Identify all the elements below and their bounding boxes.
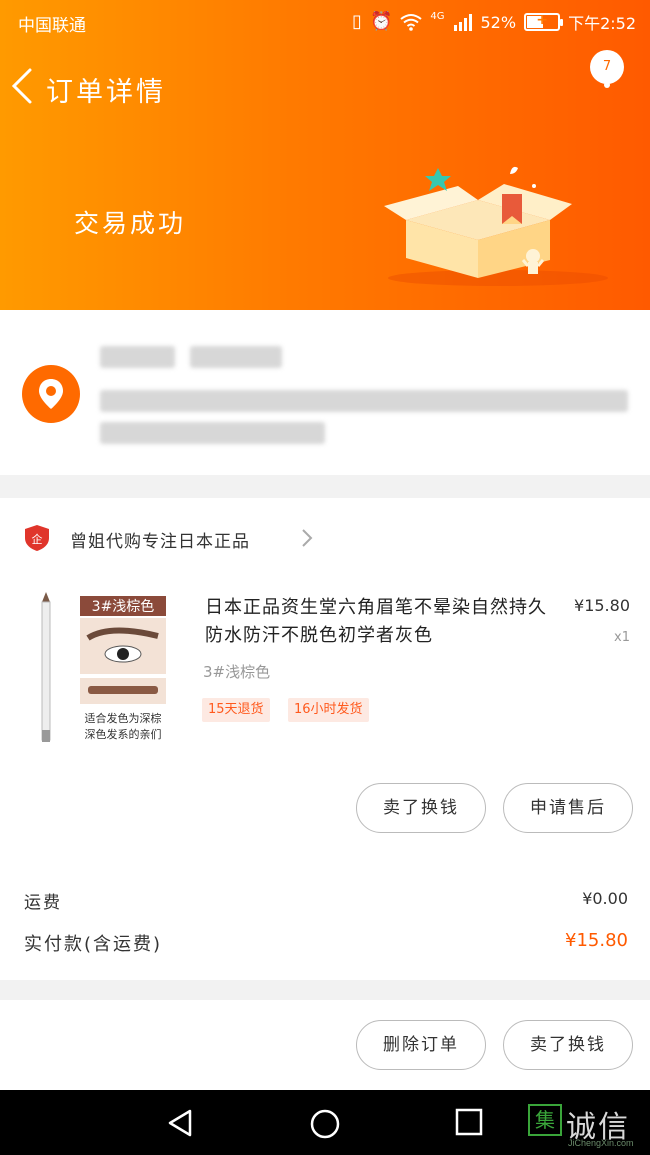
shipping-fee-label: 运费	[24, 893, 62, 913]
sell-resale-bottom-button[interactable]: 卖了换钱	[503, 1020, 633, 1070]
battery-percent: 52%	[480, 12, 517, 32]
after-sale-button[interactable]: 申请售后	[503, 783, 633, 833]
page-title: 订单详情	[46, 77, 166, 108]
signal-icon	[453, 14, 472, 31]
product-image-caption-1: 适合发色为深棕	[85, 711, 162, 725]
order-card: 企 曾姐代购专注日本正品 3#浅棕色 适合发色为深棕 深色发系的亲们 日本正品资…	[0, 498, 650, 980]
phone-blurred	[190, 346, 282, 368]
shop-badge-label: 企	[32, 532, 43, 546]
enterprise-shield-icon: 企	[25, 525, 49, 551]
watermark-logo: 集	[528, 1104, 562, 1136]
address-card[interactable]	[0, 310, 650, 475]
status-icons: ▯ ⏰ 4G 52% + 下午2:52	[352, 10, 636, 34]
more-dots-icon	[604, 72, 610, 92]
more-button[interactable]: 7	[590, 50, 630, 110]
wifi-icon	[400, 14, 422, 31]
product-title[interactable]: 日本正品资生堂六角眉笔不晕染自然持久防水防汗不脱色初学者灰色	[205, 594, 557, 650]
product-quantity: x1	[614, 630, 630, 645]
address-blurred-line-2	[100, 422, 325, 444]
total-paid-value: ¥15.80	[565, 930, 628, 951]
watermark: 集 诚信 JiChengXin.com	[528, 1102, 646, 1148]
recipient-blurred	[100, 346, 175, 368]
back-button[interactable]	[8, 64, 48, 108]
total-paid-label: 实付款(含运费)	[24, 934, 163, 955]
product-image-label: 3#浅棕色	[92, 598, 155, 615]
carrier-label: 中国联通	[18, 16, 86, 36]
chevron-left-icon	[11, 68, 32, 104]
delete-order-button[interactable]: 删除订单	[356, 1020, 486, 1070]
shop-name: 曾姐代购专注日本正品	[70, 532, 250, 552]
nav-home-icon[interactable]	[309, 1108, 341, 1140]
vibrate-icon: ▯	[352, 11, 362, 32]
product-image[interactable]: 3#浅棕色 适合发色为深棕 深色发系的亲们	[30, 590, 175, 748]
bottom-action-bar: 删除订单 卖了换钱	[0, 1000, 650, 1090]
address-blurred-line-1	[100, 390, 628, 412]
watermark-url: JiChengXin.com	[568, 1138, 634, 1148]
location-pin-icon	[22, 365, 80, 423]
nav-back-icon[interactable]	[166, 1108, 196, 1138]
network-type: 4G	[430, 10, 445, 22]
status-bar: 中国联通 ▯ ⏰ 4G 52% + 下午2:52	[0, 0, 650, 44]
tag-shipping: 16小时发货	[288, 698, 369, 722]
sell-resale-button[interactable]: 卖了换钱	[356, 783, 486, 833]
nav-bar: 订单详情 7	[0, 50, 650, 116]
chevron-right-icon	[302, 529, 313, 547]
shop-row[interactable]: 企 曾姐代购专注日本正品	[0, 498, 650, 578]
product-variant: 3#浅棕色	[203, 663, 271, 681]
eyebrow-pencil-image: 3#浅棕色 适合发色为深棕 深色发系的亲们	[41, 592, 166, 742]
system-nav-bar: 集 诚信 JiChengXin.com	[0, 1090, 650, 1155]
package-box-illustration	[384, 166, 608, 286]
shipping-fee-value: ¥0.00	[582, 889, 628, 908]
battery-icon: +	[524, 12, 564, 31]
clock: 下午2:52	[568, 14, 636, 33]
trade-status: 交易成功	[74, 209, 187, 238]
product-image-caption-2: 深色发系的亲们	[85, 727, 162, 741]
nav-recents-icon[interactable]	[455, 1108, 483, 1136]
order-header: 中国联通 ▯ ⏰ 4G 52% + 下午2:52 订单详情 7 交易成功	[0, 0, 650, 310]
tag-return: 15天退货	[202, 698, 270, 722]
product-price: ¥15.80	[574, 596, 630, 615]
alarm-icon: ⏰	[369, 11, 393, 32]
